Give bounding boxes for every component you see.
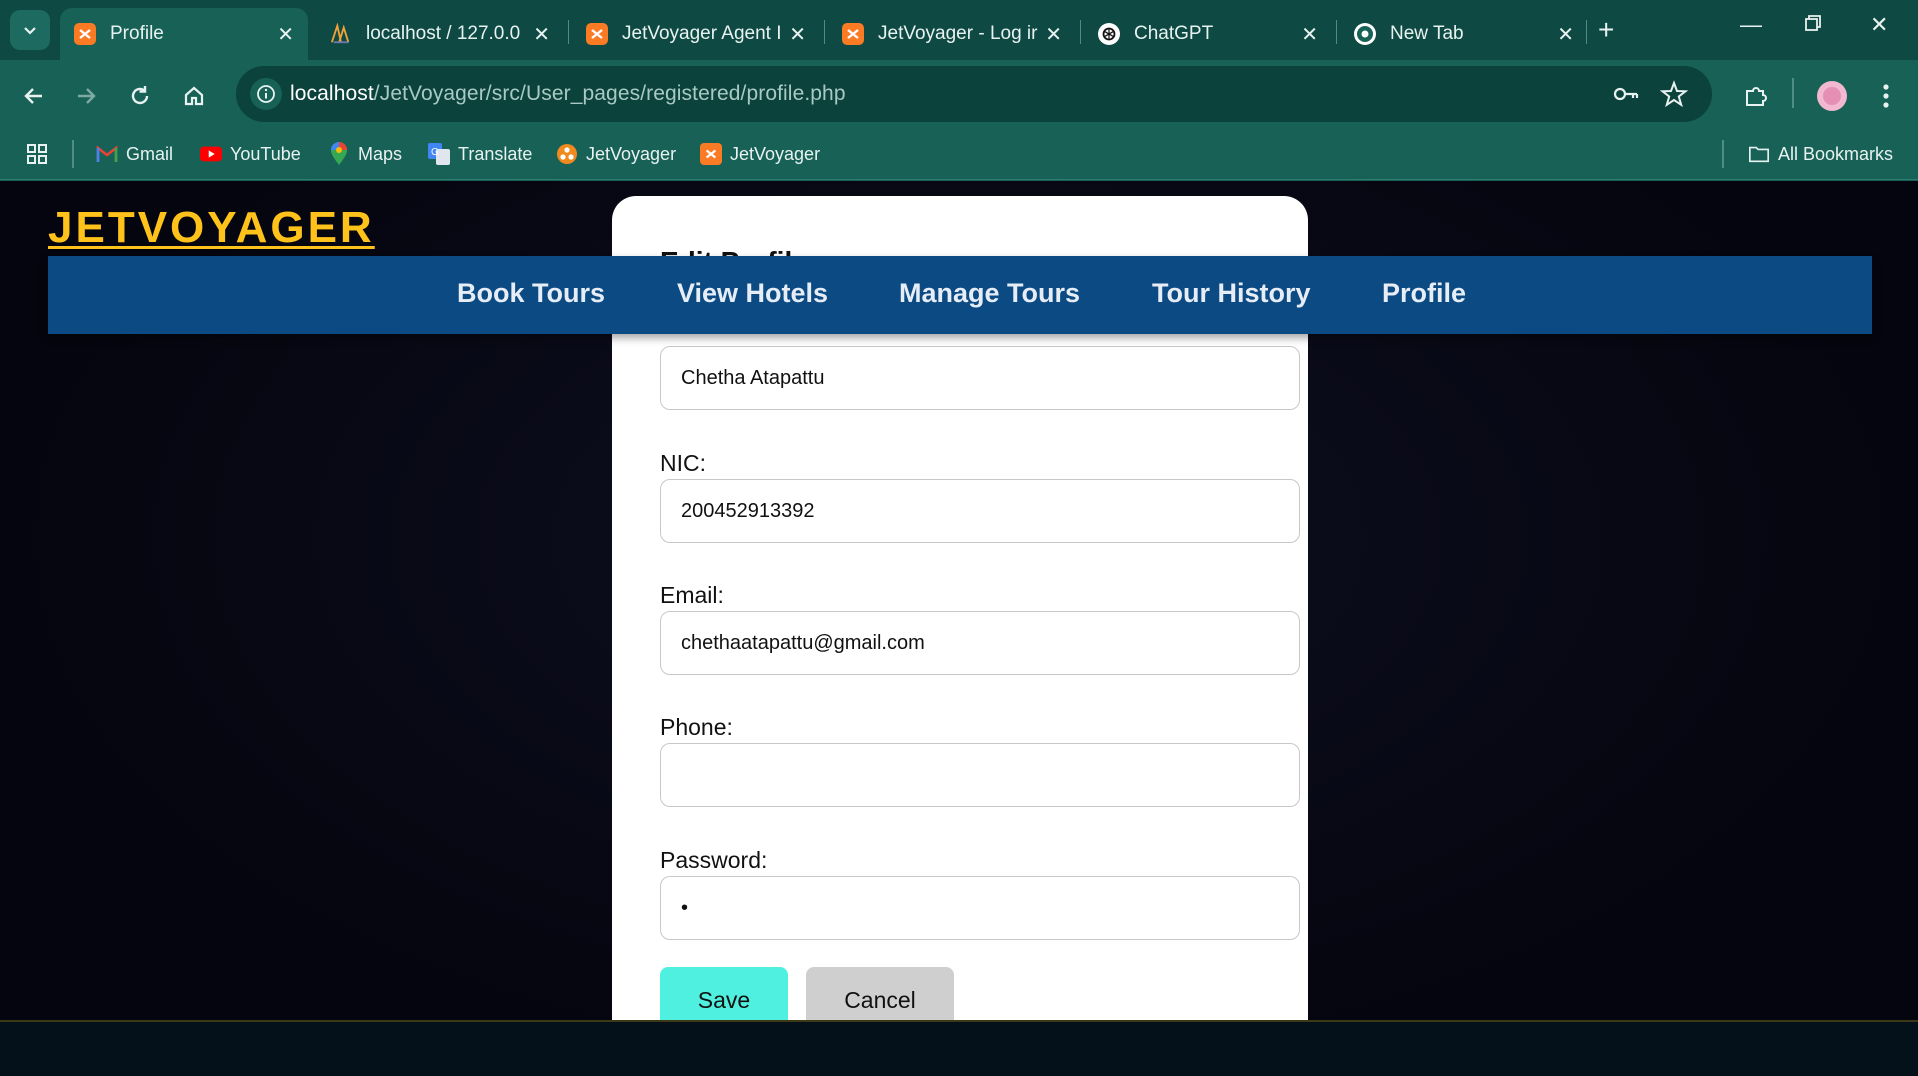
bookmark-label: Gmail xyxy=(126,143,174,164)
forward-arrow-icon[interactable] xyxy=(68,78,104,114)
url-path: /JetVoyager/src/User_pages/registered/pr… xyxy=(373,82,846,105)
phpmyadmin-icon xyxy=(330,23,352,45)
close-icon[interactable]: ✕ xyxy=(533,22,550,47)
bookmark-jetvoyager-1[interactable]: JetVoyager xyxy=(556,143,676,165)
tab-search-button[interactable] xyxy=(10,10,50,50)
avatar[interactable] xyxy=(1814,78,1850,114)
all-bookmarks[interactable]: All Bookmarks xyxy=(1748,143,1893,165)
email-label: Email: xyxy=(660,582,724,608)
phone-field[interactable] xyxy=(660,743,1300,807)
chevron-down-icon xyxy=(24,27,36,35)
minimize-icon[interactable]: — xyxy=(1740,12,1762,38)
email-field[interactable] xyxy=(660,611,1300,675)
close-icon[interactable]: ✕ xyxy=(789,22,806,47)
tab-title: JetVoyager Agent I xyxy=(622,23,782,44)
maps-icon xyxy=(328,142,350,165)
tab-title: JetVoyager - Log ir xyxy=(878,23,1038,44)
close-icon[interactable]: ✕ xyxy=(1301,22,1318,47)
xampp-icon xyxy=(586,23,608,45)
bookmark-label: Maps xyxy=(358,143,403,164)
reload-icon[interactable] xyxy=(122,78,158,114)
key-icon[interactable] xyxy=(1612,80,1640,113)
nav-profile[interactable]: Profile xyxy=(1382,278,1466,309)
bookmark-gmail[interactable]: Gmail xyxy=(96,143,173,165)
bookmark-label: JetVoyager xyxy=(730,143,821,164)
bookmark-label: YouTube xyxy=(230,143,301,164)
xampp-icon xyxy=(74,23,96,45)
bookmarks-separator xyxy=(1722,140,1724,168)
tab-title: ChatGPT xyxy=(1134,23,1214,44)
tab-strip: Profile ✕ localhost / 127.0.0 ✕ JetVoyag… xyxy=(0,0,1918,60)
tab-profile[interactable]: Profile ✕ xyxy=(60,8,308,60)
nav-view-hotels[interactable]: View Hotels xyxy=(677,278,828,309)
new-tab-plus-icon[interactable]: + xyxy=(1598,14,1614,46)
tab-jetvoyager-agent[interactable]: JetVoyager Agent I ✕ xyxy=(572,8,820,60)
browser-toolbar: localhost/JetVoyager/src/User_pages/regi… xyxy=(0,60,1918,130)
url-text: localhost/JetVoyager/src/User_pages/regi… xyxy=(290,82,846,106)
bookmark-maps[interactable]: Maps xyxy=(328,142,403,165)
tab-title: New Tab xyxy=(1390,23,1464,44)
tab-chatgpt[interactable]: ChatGPT ✕ xyxy=(1084,8,1332,60)
bookmark-label: Translate xyxy=(458,143,533,164)
nav-book-tours[interactable]: Book Tours xyxy=(457,278,605,309)
xampp-icon xyxy=(700,143,722,165)
close-icon[interactable]: ✕ xyxy=(1045,22,1062,47)
name-field[interactable] xyxy=(660,346,1300,410)
bookmark-translate[interactable]: G Translate xyxy=(428,143,532,165)
nav-manage-tours[interactable]: Manage Tours xyxy=(899,278,1080,309)
password-field[interactable] xyxy=(660,876,1300,940)
tab-separator xyxy=(824,20,825,44)
xampp-icon xyxy=(842,23,864,45)
tab-separator xyxy=(1586,20,1587,44)
tab-phpmyadmin[interactable]: localhost / 127.0.0 ✕ xyxy=(316,8,564,60)
youtube-icon xyxy=(200,143,222,165)
close-icon[interactable]: ✕ xyxy=(1557,22,1574,47)
bookmark-jetvoyager-2[interactable]: JetVoyager xyxy=(700,143,820,165)
window-close-icon[interactable]: ✕ xyxy=(1870,12,1888,38)
bookmark-youtube[interactable]: YouTube xyxy=(200,143,301,165)
tab-separator xyxy=(1336,20,1337,44)
back-arrow-icon[interactable] xyxy=(16,78,52,114)
nav-tour-history[interactable]: Tour History xyxy=(1152,278,1311,309)
password-label: Password: xyxy=(660,847,768,873)
toolbar-separator xyxy=(1792,78,1794,108)
restore-icon[interactable] xyxy=(1804,12,1822,38)
gmail-icon xyxy=(96,143,118,165)
site-navbar: Book Tours View Hotels Manage Tours Tour… xyxy=(48,256,1872,334)
close-icon[interactable]: ✕ xyxy=(277,22,294,47)
address-bar[interactable]: localhost/JetVoyager/src/User_pages/regi… xyxy=(236,66,1712,122)
all-bookmarks-label: All Bookmarks xyxy=(1778,143,1894,164)
apps-grid-icon[interactable] xyxy=(26,143,48,165)
bookmark-star-icon[interactable] xyxy=(1659,80,1689,113)
page-content: JETVOYAGER Edit Profile NIC: Email: Phon… xyxy=(0,181,1918,1076)
chatgpt-icon xyxy=(1098,23,1120,45)
bookmarks-separator xyxy=(72,140,74,168)
menu-kebab-icon[interactable] xyxy=(1868,78,1904,114)
home-icon[interactable] xyxy=(176,78,212,114)
translate-icon: G xyxy=(428,143,450,165)
jetvoyager-icon xyxy=(556,143,578,165)
tab-title: Profile xyxy=(110,23,164,44)
site-logo[interactable]: JETVOYAGER xyxy=(48,203,375,253)
tab-jetvoyager-login[interactable]: JetVoyager - Log ir ✕ xyxy=(828,8,1076,60)
folder-icon xyxy=(1748,143,1770,165)
site-info-icon[interactable] xyxy=(250,78,282,110)
svg-text:G: G xyxy=(431,147,439,158)
phone-label: Phone: xyxy=(660,714,733,740)
bookmark-label: JetVoyager xyxy=(586,143,677,164)
tab-separator xyxy=(1080,20,1081,44)
extensions-icon[interactable] xyxy=(1738,78,1774,114)
chrome-icon xyxy=(1354,23,1376,45)
bookmarks-bar: Gmail YouTube Maps G Translate JetVoyage… xyxy=(0,130,1918,180)
nic-field[interactable] xyxy=(660,479,1300,543)
tab-title: localhost / 127.0.0 xyxy=(366,23,521,44)
footer xyxy=(0,1022,1918,1076)
browser-chrome: Profile ✕ localhost / 127.0.0 ✕ JetVoyag… xyxy=(0,0,1918,181)
tab-separator xyxy=(568,20,569,44)
nic-label: NIC: xyxy=(660,450,706,476)
url-host: localhost xyxy=(290,82,374,105)
tab-new-tab[interactable]: New Tab ✕ xyxy=(1340,8,1588,60)
